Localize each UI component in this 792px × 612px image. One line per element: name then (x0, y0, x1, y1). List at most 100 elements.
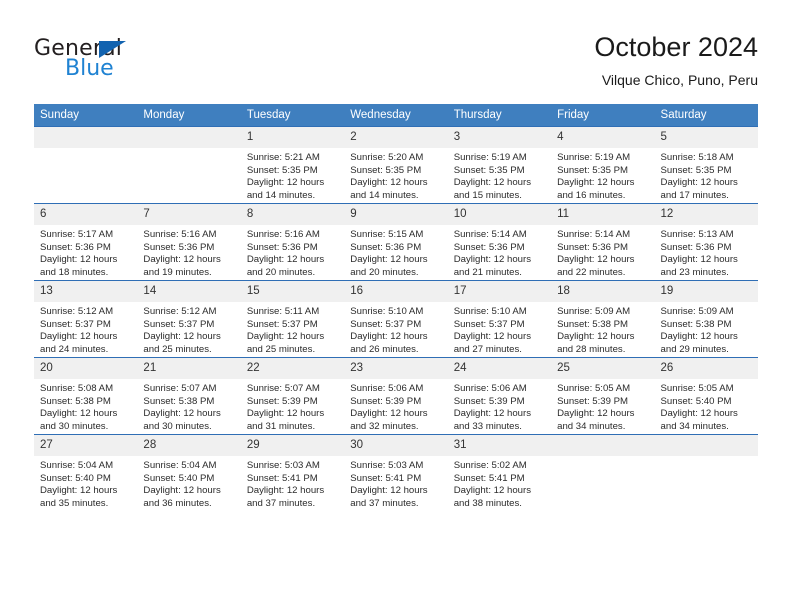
day-cell[interactable]: 24 Sunrise: 5:06 AM Sunset: 5:39 PM Dayl… (447, 357, 552, 435)
daylight-text-line2: and 32 minutes. (350, 420, 419, 432)
day-number: 13 (34, 281, 138, 302)
daylight-text-line2: and 22 minutes. (557, 266, 626, 278)
weekday-header-wednesday: Wednesday (344, 104, 448, 127)
sunset-text: Sunset: 5:36 PM (453, 241, 525, 253)
day-details: Sunrise: 5:09 AM Sunset: 5:38 PM Dayligh… (551, 302, 654, 356)
day-number: 1 (240, 127, 345, 148)
day-cell[interactable]: 2 Sunrise: 5:20 AM Sunset: 5:35 PM Dayli… (344, 126, 448, 204)
daylight-text-line1: Daylight: 12 hours (350, 254, 428, 266)
day-number: 23 (344, 358, 448, 379)
day-cell[interactable]: 14 Sunrise: 5:12 AM Sunset: 5:37 PM Dayl… (137, 280, 241, 358)
day-number: 19 (654, 281, 758, 302)
day-details: Sunrise: 5:14 AM Sunset: 5:36 PM Dayligh… (551, 225, 654, 279)
day-cell[interactable]: 17 Sunrise: 5:10 AM Sunset: 5:37 PM Dayl… (447, 280, 552, 358)
sunset-text: Sunset: 5:41 PM (350, 472, 422, 484)
day-cell[interactable]: 22 Sunrise: 5:07 AM Sunset: 5:39 PM Dayl… (240, 357, 345, 435)
day-cell[interactable]: 12 Sunrise: 5:13 AM Sunset: 5:36 PM Dayl… (654, 203, 758, 281)
daylight-text-line1: Daylight: 12 hours (246, 177, 325, 189)
day-cell[interactable]: 28 Sunrise: 5:04 AM Sunset: 5:40 PM Dayl… (137, 434, 241, 511)
day-cell[interactable] (551, 434, 655, 511)
sunrise-text: Sunrise: 5:09 AM (557, 306, 631, 317)
daylight-text-line2: and 38 minutes. (453, 497, 522, 509)
day-number: 7 (137, 204, 241, 225)
day-details: Sunrise: 5:05 AM Sunset: 5:39 PM Dayligh… (551, 379, 654, 433)
weekday-header-monday: Monday (137, 104, 241, 127)
sunrise-text: Sunrise: 5:06 AM (350, 383, 424, 394)
sunrise-text: Sunrise: 5:10 AM (453, 306, 527, 317)
day-details (34, 148, 137, 152)
day-cell[interactable]: 1 Sunrise: 5:21 AM Sunset: 5:35 PM Dayli… (240, 126, 345, 204)
day-details: Sunrise: 5:21 AM Sunset: 5:35 PM Dayligh… (241, 148, 344, 202)
day-cell[interactable]: 25 Sunrise: 5:05 AM Sunset: 5:39 PM Dayl… (551, 357, 655, 435)
daylight-text-line1: Daylight: 12 hours (660, 177, 738, 189)
day-cell[interactable]: 27 Sunrise: 5:04 AM Sunset: 5:40 PM Dayl… (34, 434, 138, 511)
sunrise-text: Sunrise: 5:17 AM (40, 229, 114, 240)
day-cell[interactable]: 11 Sunrise: 5:14 AM Sunset: 5:36 PM Dayl… (551, 203, 655, 281)
day-details: Sunrise: 5:08 AM Sunset: 5:38 PM Dayligh… (34, 379, 137, 433)
day-cell[interactable]: 23 Sunrise: 5:06 AM Sunset: 5:39 PM Dayl… (344, 357, 448, 435)
daylight-text-line2: and 33 minutes. (453, 420, 522, 432)
day-cell[interactable]: 5 Sunrise: 5:18 AM Sunset: 5:35 PM Dayli… (654, 126, 758, 204)
day-details: Sunrise: 5:12 AM Sunset: 5:37 PM Dayligh… (34, 302, 137, 356)
day-number (34, 127, 138, 148)
day-number: 11 (551, 204, 655, 225)
sunset-text: Sunset: 5:36 PM (350, 241, 422, 253)
sunrise-text: Sunrise: 5:05 AM (660, 383, 734, 394)
week-row: 27 Sunrise: 5:04 AM Sunset: 5:40 PM Dayl… (34, 434, 758, 511)
day-cell[interactable] (654, 434, 758, 511)
day-number: 25 (551, 358, 655, 379)
daylight-text-line1: Daylight: 12 hours (40, 408, 118, 420)
day-cell[interactable]: 29 Sunrise: 5:03 AM Sunset: 5:41 PM Dayl… (240, 434, 345, 511)
day-cell[interactable] (137, 126, 241, 204)
sunset-text: Sunset: 5:39 PM (453, 395, 525, 407)
day-cell[interactable]: 30 Sunrise: 5:03 AM Sunset: 5:41 PM Dayl… (344, 434, 448, 511)
day-details: Sunrise: 5:18 AM Sunset: 5:35 PM Dayligh… (655, 148, 758, 202)
day-cell[interactable]: 26 Sunrise: 5:05 AM Sunset: 5:40 PM Dayl… (654, 357, 758, 435)
day-cell[interactable]: 31 Sunrise: 5:02 AM Sunset: 5:41 PM Dayl… (447, 434, 552, 511)
daylight-text-line2: and 26 minutes. (350, 343, 419, 355)
daylight-text-line1: Daylight: 12 hours (557, 177, 635, 189)
day-cell[interactable]: 13 Sunrise: 5:12 AM Sunset: 5:37 PM Dayl… (34, 280, 138, 358)
weekday-header-saturday: Saturday (654, 104, 758, 127)
daylight-text-line1: Daylight: 12 hours (557, 331, 635, 343)
day-details (551, 456, 654, 460)
day-cell[interactable]: 8 Sunrise: 5:16 AM Sunset: 5:36 PM Dayli… (240, 203, 345, 281)
day-cell[interactable]: 18 Sunrise: 5:09 AM Sunset: 5:38 PM Dayl… (551, 280, 655, 358)
daylight-text-line1: Daylight: 12 hours (246, 485, 325, 497)
daylight-text-line2: and 30 minutes. (40, 420, 109, 432)
sunset-text: Sunset: 5:41 PM (453, 472, 525, 484)
daylight-text-line1: Daylight: 12 hours (660, 408, 738, 420)
day-number: 4 (551, 127, 655, 148)
logo-text-blue: Blue (65, 56, 114, 81)
day-cell[interactable]: 19 Sunrise: 5:09 AM Sunset: 5:38 PM Dayl… (654, 280, 758, 358)
general-blue-logo[interactable]: General Blue (34, 36, 234, 92)
day-cell[interactable]: 21 Sunrise: 5:07 AM Sunset: 5:38 PM Dayl… (137, 357, 241, 435)
day-number: 17 (447, 281, 552, 302)
day-cell[interactable]: 15 Sunrise: 5:11 AM Sunset: 5:37 PM Dayl… (240, 280, 345, 358)
day-details: Sunrise: 5:04 AM Sunset: 5:40 PM Dayligh… (137, 456, 240, 510)
sunrise-text: Sunrise: 5:06 AM (453, 383, 527, 394)
sunrise-text: Sunrise: 5:10 AM (350, 306, 424, 317)
day-cell[interactable]: 6 Sunrise: 5:17 AM Sunset: 5:36 PM Dayli… (34, 203, 138, 281)
sunset-text: Sunset: 5:39 PM (246, 395, 318, 407)
daylight-text-line2: and 18 minutes. (40, 266, 109, 278)
sunset-text: Sunset: 5:37 PM (246, 318, 318, 330)
daylight-text-line2: and 31 minutes. (246, 420, 316, 432)
day-cell[interactable]: 4 Sunrise: 5:19 AM Sunset: 5:35 PM Dayli… (551, 126, 655, 204)
day-cell[interactable]: 3 Sunrise: 5:19 AM Sunset: 5:35 PM Dayli… (447, 126, 552, 204)
daylight-text-line1: Daylight: 12 hours (557, 254, 635, 266)
day-cell[interactable]: 10 Sunrise: 5:14 AM Sunset: 5:36 PM Dayl… (447, 203, 552, 281)
day-number (551, 435, 655, 456)
sunrise-text: Sunrise: 5:07 AM (143, 383, 217, 394)
day-cell[interactable]: 9 Sunrise: 5:15 AM Sunset: 5:36 PM Dayli… (344, 203, 448, 281)
sunrise-text: Sunrise: 5:15 AM (350, 229, 424, 240)
day-cell[interactable]: 20 Sunrise: 5:08 AM Sunset: 5:38 PM Dayl… (34, 357, 138, 435)
sunrise-text: Sunrise: 5:16 AM (143, 229, 217, 240)
sunset-text: Sunset: 5:35 PM (453, 164, 525, 176)
day-details: Sunrise: 5:19 AM Sunset: 5:35 PM Dayligh… (551, 148, 654, 202)
day-details: Sunrise: 5:02 AM Sunset: 5:41 PM Dayligh… (448, 456, 551, 510)
day-cell[interactable] (34, 126, 138, 204)
daylight-text-line2: and 20 minutes. (246, 266, 316, 278)
day-cell[interactable]: 7 Sunrise: 5:16 AM Sunset: 5:36 PM Dayli… (137, 203, 241, 281)
day-cell[interactable]: 16 Sunrise: 5:10 AM Sunset: 5:37 PM Dayl… (344, 280, 448, 358)
